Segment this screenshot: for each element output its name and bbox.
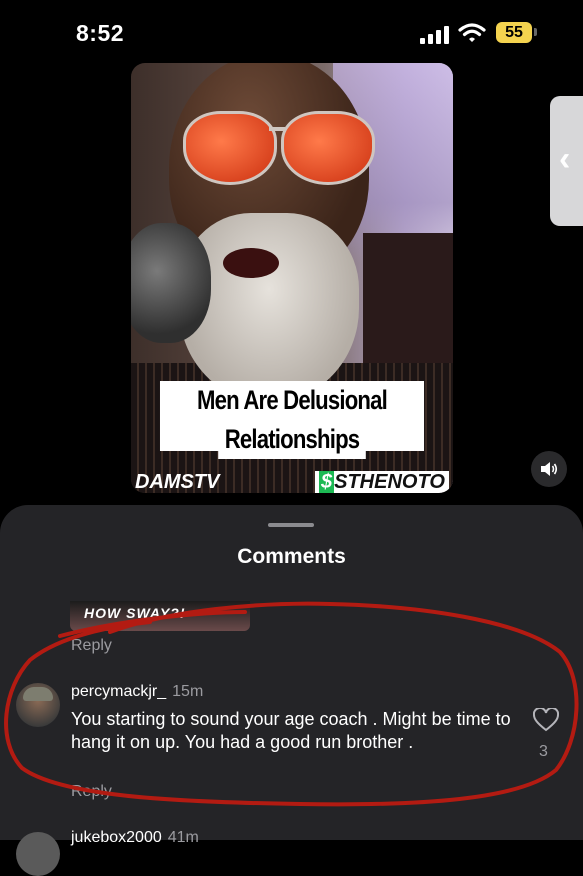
heart-icon[interactable] [533, 708, 559, 732]
avatar[interactable] [16, 683, 60, 727]
microphone [131, 223, 211, 343]
comment-username[interactable]: percymackjr_ [71, 683, 166, 700]
previous-image-text: HOW SWAY?! [84, 605, 186, 621]
reply-button[interactable]: Reply [71, 783, 112, 801]
battery-indicator: 55 [496, 22, 532, 43]
volume-button[interactable] [531, 451, 567, 487]
avatar[interactable] [16, 832, 60, 876]
video-tag-right: $ STHENOTO [315, 471, 449, 493]
side-panel-handle[interactable]: ‹ [550, 96, 583, 226]
reply-button[interactable]: Reply [71, 637, 112, 655]
wifi-icon [458, 23, 486, 42]
comment-text: You starting to sound your age coach . M… [71, 709, 511, 752]
speaker-mouth [223, 248, 279, 278]
comments-title: Comments [237, 545, 346, 568]
comment-timestamp: 15m [172, 683, 204, 700]
clock: 8:52 [76, 20, 125, 46]
next-comment-timestamp: 41m [167, 829, 199, 846]
video-player[interactable]: Men Are Delusional About 50/50 Relations… [131, 63, 453, 493]
comments-sheet: Comments HOW SWAY?! Reply percymackjr_ 15… [0, 505, 583, 876]
battery-tip [534, 28, 537, 36]
next-comment-username[interactable]: jukebox2000 [71, 829, 162, 846]
speaker-icon [541, 462, 558, 476]
video-caption-line-2: Relationships [131, 420, 453, 459]
chevron-left-icon: ‹ [559, 140, 571, 178]
sunglasses-right-lens [281, 111, 375, 185]
comment-username-row: percymackjr_ 15m [71, 683, 203, 701]
next-comment-username-row: jukebox2000 41m [71, 829, 199, 847]
sunglasses-left-lens [183, 111, 277, 185]
video-tag-left: DAMSTV [135, 471, 220, 493]
cellular-signal-icon [420, 26, 450, 44]
previous-comment-image[interactable]: HOW SWAY?! [70, 601, 250, 631]
avatar-cap [23, 687, 53, 701]
like-count: 3 [539, 743, 548, 760]
status-bar: 8:52 55 [0, 0, 583, 62]
sheet-grabber[interactable] [268, 523, 314, 527]
dollar-sign-badge: $ [319, 471, 335, 493]
